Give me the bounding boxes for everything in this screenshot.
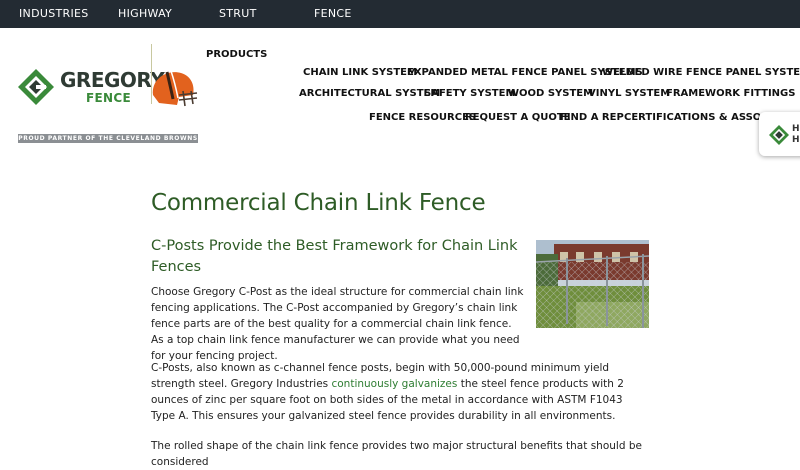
nav-wood-system[interactable]: WOOD SYSTEM bbox=[508, 88, 593, 99]
widget-label-2: H bbox=[792, 135, 800, 145]
floating-brand-tab[interactable]: H H bbox=[759, 112, 800, 156]
brand-sub: FENCE bbox=[86, 91, 131, 105]
gregory-logo-icon bbox=[769, 125, 789, 145]
nav-products[interactable]: PRODUCTS bbox=[206, 49, 267, 60]
browns-helmet-icon bbox=[152, 70, 198, 107]
site-logo[interactable]: GREGORY FENCE bbox=[18, 64, 202, 144]
nav-find-rep[interactable]: FIND A REP bbox=[560, 112, 624, 123]
cposts-paragraph: C-Posts, also known as c-channel fence p… bbox=[151, 360, 643, 424]
nav-architectural-system[interactable]: ARCHITECTURAL SYSTEM bbox=[299, 88, 440, 99]
topbar-link-fence[interactable]: FENCE bbox=[314, 7, 352, 20]
partner-banner: PROUD PARTNER OF THE CLEVELAND BROWNS bbox=[18, 134, 198, 143]
gregory-logo-icon bbox=[18, 69, 54, 105]
page-title: Commercial Chain Link Fence bbox=[151, 190, 486, 216]
nav-chain-link-system[interactable]: CHAIN LINK SYSTEM bbox=[303, 67, 417, 78]
rolled-shape-paragraph: The rolled shape of the chain link fence… bbox=[151, 440, 642, 468]
galvanize-link[interactable]: continuously galvanizes bbox=[331, 378, 457, 390]
nav-framework-fittings[interactable]: FRAMEWORK FITTINGS bbox=[666, 88, 795, 99]
nav-request-quote[interactable]: REQUEST A QUOTE bbox=[465, 112, 570, 123]
section-subtitle: C-Posts Provide the Best Framework for C… bbox=[151, 238, 518, 275]
nav-welded-wire[interactable]: WELDED WIRE FENCE PANEL SYSTEMS bbox=[602, 67, 800, 78]
nav-safety-system[interactable]: SAFETY SYSTEM bbox=[424, 88, 515, 99]
top-utility-bar: INDUSTRIES HIGHWAY STRUT FENCE bbox=[0, 0, 800, 28]
nav-fence-resources[interactable]: FENCE RESOURCES bbox=[369, 112, 476, 123]
fence-photo bbox=[536, 240, 649, 328]
topbar-link-industries[interactable]: INDUSTRIES bbox=[19, 7, 89, 20]
logo-divider bbox=[151, 44, 152, 104]
intro-paragraph: Choose Gregory C-Post as the ideal struc… bbox=[151, 286, 524, 362]
widget-label-1: H bbox=[792, 124, 800, 134]
topbar-link-highway[interactable]: HIGHWAY bbox=[118, 7, 172, 20]
topbar-link-strut[interactable]: STRUT bbox=[219, 7, 257, 20]
nav-vinyl-system[interactable]: VINYL SYSTEM bbox=[588, 88, 670, 99]
